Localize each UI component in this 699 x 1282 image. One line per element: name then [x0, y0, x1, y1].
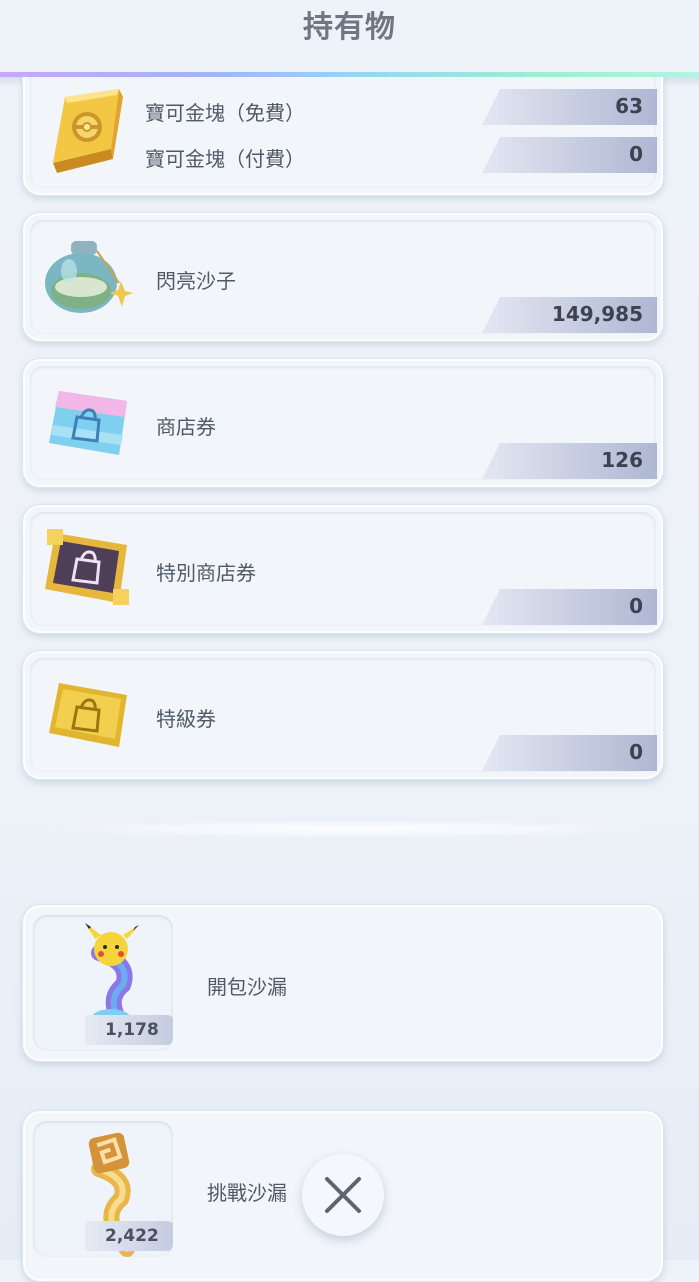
pack-hourglass-count: 1,178: [105, 1020, 159, 1040]
challenge-hourglass-count-badge: 2,422: [85, 1221, 173, 1251]
shop-ticket-icon: [49, 391, 127, 455]
section-divider: [40, 820, 660, 838]
item-value-premium-ticket: 0: [629, 740, 643, 764]
close-icon: [325, 1177, 361, 1213]
close-button[interactable]: [302, 1154, 384, 1236]
challenge-hourglass-thumb: 2,422: [33, 1121, 173, 1257]
gold-free-value-badge: 63: [482, 89, 657, 125]
gold-paid-value-badge: 0: [482, 137, 657, 173]
page-title-overlay: 持有物: [303, 10, 396, 45]
item-card-special-shop-ticket[interactable]: 特別商店券 0: [22, 504, 664, 634]
item-value-special-shop-ticket: 0: [629, 594, 643, 618]
gold-bar-icon: [53, 89, 123, 173]
item-card-premium-ticket[interactable]: 特級券 0: [22, 650, 664, 780]
pack-hourglass-label: 開包沙漏: [207, 975, 287, 999]
challenge-hourglass-label: 挑戰沙漏: [207, 1181, 287, 1205]
gold-paid-value: 0: [629, 142, 643, 166]
special-shop-ticket-icon: [45, 529, 129, 605]
item-card-shiny-sand[interactable]: 閃亮沙子 149,985: [22, 212, 664, 342]
item-label-shiny-sand: 閃亮沙子: [156, 269, 236, 293]
item-value-badge-shop-ticket: 126: [482, 443, 657, 479]
item-label-premium-ticket: 特級券: [156, 707, 216, 731]
item-value-badge-shiny-sand: 149,985: [482, 297, 657, 333]
pack-hourglass-count-badge: 1,178: [85, 1015, 173, 1045]
shiny-sand-bottle-icon: [45, 241, 133, 313]
item-card-pack-hourglass[interactable]: 1,178 開包沙漏: [22, 904, 664, 1062]
header-accent-line-overlay: [0, 72, 699, 77]
challenge-hourglass-count: 2,422: [105, 1226, 159, 1246]
gold-free-value: 63: [615, 94, 643, 118]
gold-card: 寶可金塊（免費） 寶可金塊（付費） 63 0: [22, 60, 664, 196]
item-value-shop-ticket: 126: [601, 448, 643, 472]
item-value-badge-special-shop-ticket: 0: [482, 589, 657, 625]
item-label-special-shop-ticket: 特別商店券: [156, 561, 256, 585]
item-value-badge-premium-ticket: 0: [482, 735, 657, 771]
header-overlay: 持有物: [0, 0, 699, 72]
item-label-shop-ticket: 商店券: [156, 415, 216, 439]
gold-paid-label: 寶可金塊（付費）: [145, 147, 305, 171]
gold-free-label: 寶可金塊（免費）: [145, 101, 305, 125]
item-value-shiny-sand: 149,985: [551, 302, 643, 326]
pack-hourglass-thumb: 1,178: [33, 915, 173, 1051]
premium-ticket-icon: [49, 683, 127, 747]
item-card-shop-ticket[interactable]: 商店券 126: [22, 358, 664, 488]
